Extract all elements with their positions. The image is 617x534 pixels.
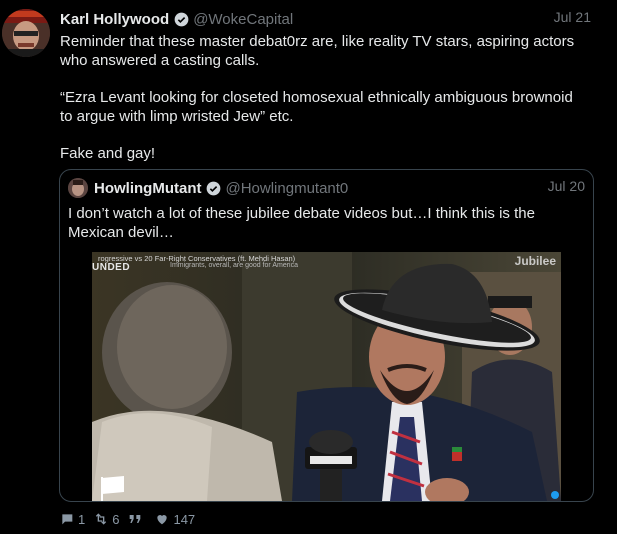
tweet-paragraph: “Ezra Levant looking for closeted homose… xyxy=(60,89,573,125)
verified-badge-icon xyxy=(174,12,189,27)
tweet-header: Karl Hollywood @WokeCapital Jul 21 xyxy=(60,9,591,29)
like-button[interactable]: 147 xyxy=(154,511,195,527)
video-thumbnail[interactable]: rogressive vs 20 Far-Right Conservatives… xyxy=(92,252,561,501)
quoted-author-name[interactable]: HowlingMutant xyxy=(94,180,201,197)
jubilee-watermark: Jubilee xyxy=(514,254,556,268)
quoted-tweet-text: I don’t watch a lot of these jubilee deb… xyxy=(68,205,535,241)
tweet[interactable]: Karl Hollywood @WokeCapital Jul 21 Remin… xyxy=(0,0,617,534)
quoted-tweet-date[interactable]: Jul 20 xyxy=(548,178,585,194)
quoted-author-handle[interactable]: @Howlingmutant0 xyxy=(225,180,348,197)
video-subtitle-overlay: Immigrants, overall, are good for Americ… xyxy=(170,262,298,269)
tweet-paragraph: Fake and gay! xyxy=(60,145,156,162)
quoted-author-avatar[interactable] xyxy=(68,178,88,198)
retweet-icon xyxy=(96,513,107,525)
author-name[interactable]: Karl Hollywood xyxy=(60,11,169,28)
heart-icon xyxy=(157,515,168,525)
like-count: 147 xyxy=(173,511,196,527)
quote-icon xyxy=(130,515,141,523)
quote-button[interactable] xyxy=(127,511,146,527)
video-still-image xyxy=(92,252,561,501)
video-left-label: UNDED xyxy=(92,262,131,273)
tweet-text: Reminder that these master debat0rz are,… xyxy=(60,32,580,181)
tweet-paragraph: Reminder that these master debat0rz are,… xyxy=(60,33,575,69)
retweet-count: 6 xyxy=(112,511,120,527)
quoted-tweet-header: HowlingMutant @Howlingmutant0 Jul 20 xyxy=(68,178,585,198)
author-avatar[interactable] xyxy=(2,9,50,57)
tweet-actions: 1 6 147 xyxy=(59,511,203,527)
author-handle[interactable]: @WokeCapital xyxy=(193,11,293,28)
retweet-button[interactable]: 6 xyxy=(93,511,119,527)
verified-badge-icon xyxy=(206,181,221,196)
reply-icon xyxy=(61,514,73,525)
reply-count: 1 xyxy=(78,511,86,527)
reply-button[interactable]: 1 xyxy=(59,511,85,527)
quoted-tweet[interactable]: HowlingMutant @Howlingmutant0 Jul 20 I d… xyxy=(59,169,594,502)
tweet-date[interactable]: Jul 21 xyxy=(554,9,591,25)
